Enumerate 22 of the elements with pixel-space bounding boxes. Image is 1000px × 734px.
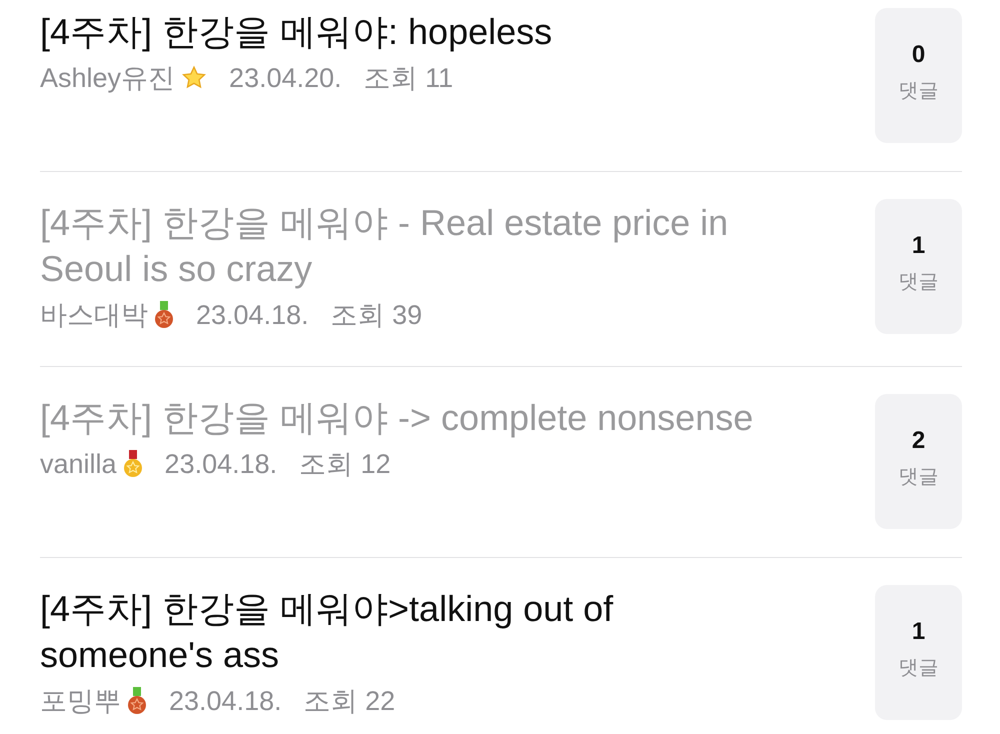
medal-icon <box>122 449 143 479</box>
post-date: 23.04.18. <box>164 448 278 481</box>
comment-count-box[interactable]: 1 댓글 <box>875 199 962 334</box>
comment-count-box[interactable]: 1 댓글 <box>875 585 962 720</box>
medal-icon <box>127 686 147 716</box>
comment-count-box[interactable]: 0 댓글 <box>875 8 962 143</box>
view-count: 조회 12 <box>299 448 391 481</box>
view-count: 조회 11 <box>364 62 454 95</box>
post-date: 23.04.18. <box>169 685 282 718</box>
author-name: 포밍뿌 <box>40 685 121 718</box>
star-icon <box>181 65 208 91</box>
post-date: 23.04.20. <box>229 62 342 95</box>
medal-icon <box>154 300 174 330</box>
comment-count-box[interactable]: 2 댓글 <box>875 394 962 529</box>
post-date: 23.04.18. <box>196 299 309 332</box>
author-name: vanilla <box>40 448 117 481</box>
post-title[interactable]: [4주차] 한강을 메워야>talking out of someone's ass <box>40 586 760 678</box>
view-count: 조회 22 <box>304 685 396 718</box>
author-name: 바스대박 <box>40 299 148 332</box>
view-count: 조회 39 <box>330 299 422 332</box>
post-title[interactable]: [4주차] 한강을 메워야: hopeless <box>40 9 760 55</box>
author-name: Ashley유진 <box>40 62 176 95</box>
